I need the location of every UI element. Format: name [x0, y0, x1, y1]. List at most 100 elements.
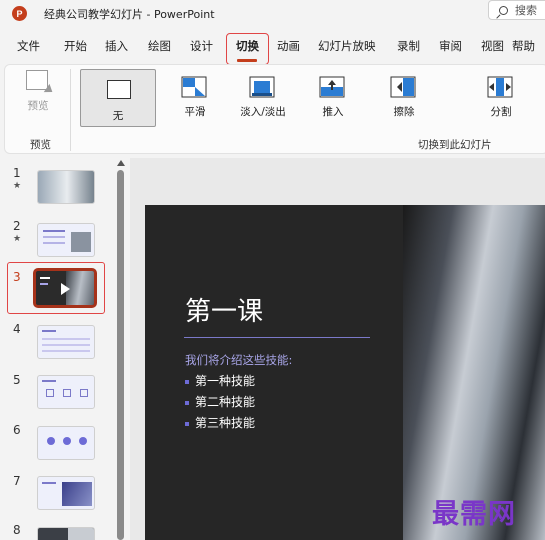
laptop-photo — [403, 205, 545, 540]
slide-number-2: 2 — [13, 219, 21, 233]
slide-bullet-3[interactable]: 第三种技能 — [185, 414, 255, 431]
slide-number-8: 8 — [13, 523, 21, 537]
slide-thumbnail-7[interactable] — [37, 476, 95, 510]
transition-wipe[interactable]: 擦除 — [372, 72, 436, 124]
title-underline — [184, 337, 370, 338]
thumb-line — [40, 277, 50, 279]
thumb-icon — [47, 437, 55, 445]
push-transition-icon — [319, 76, 345, 98]
transitions-group-label: 切换到此幻灯片 — [418, 139, 492, 151]
tab-review[interactable]: 审阅 — [439, 38, 462, 54]
slide-thumbnail-4[interactable] — [37, 325, 95, 359]
preview-label: 预览 — [27, 100, 49, 112]
bullet-icon — [185, 421, 189, 426]
preview-icon — [26, 70, 48, 90]
transition-fade-label: 淡入/淡出 — [240, 106, 286, 118]
group-divider — [70, 69, 71, 151]
tab-design[interactable]: 设计 — [190, 38, 213, 54]
thumb-line — [42, 338, 90, 340]
slide-number-3: 3 — [13, 270, 21, 284]
wipe-transition-icon — [390, 76, 416, 98]
transition-push[interactable]: 推入 — [301, 72, 365, 124]
bullet-text: 第一种技能 — [195, 374, 256, 388]
slide-8-photo — [68, 528, 94, 540]
thumb-line — [42, 350, 90, 352]
thumb-line — [42, 344, 90, 346]
tab-file[interactable]: 文件 — [17, 38, 40, 54]
thumb-line — [42, 330, 56, 332]
ribbon-tabs: 文件 开始 插入 绘图 设计 切换 动画 幻灯片放映 录制 审阅 视图 帮助 — [0, 34, 545, 60]
tab-home[interactable]: 开始 — [64, 38, 87, 54]
transition-none[interactable]: 无 — [80, 69, 156, 127]
fade-transition-icon — [249, 76, 275, 98]
slide-thumbnail-5[interactable] — [37, 375, 95, 409]
slide-thumbnail-3[interactable] — [33, 268, 97, 308]
bullet-text: 第二种技能 — [195, 395, 256, 409]
watermark-text: 最需网 — [432, 499, 516, 530]
window-title: 经典公司教学幻灯片 - PowerPoint — [44, 8, 215, 21]
search-label: 搜索 — [515, 4, 537, 17]
play-icon — [61, 283, 70, 295]
bullet-text: 第三种技能 — [195, 416, 256, 430]
slide-number-6: 6 — [13, 423, 21, 437]
thumb-icon — [79, 437, 87, 445]
slide-number-5: 5 — [13, 373, 21, 387]
slide-7-photo — [62, 482, 92, 506]
slide-subtitle[interactable]: 我们将介绍这些技能: — [185, 352, 292, 368]
tab-highlight-box — [226, 33, 269, 65]
transition-split[interactable]: 分割 — [469, 72, 533, 124]
slide-3-photo — [66, 271, 94, 305]
transition-none-label: 无 — [112, 110, 124, 122]
transition-morph[interactable]: 平滑 — [163, 72, 227, 124]
bullet-icon — [185, 379, 189, 384]
slide-1-photo — [38, 171, 94, 203]
scroll-up-arrow-icon[interactable] — [117, 160, 125, 166]
title-bar: P 经典公司教学幻灯片 - PowerPoint 搜索 — [0, 0, 545, 26]
tab-view[interactable]: 视图 — [481, 38, 504, 54]
transition-push-label: 推入 — [322, 106, 344, 118]
slide-thumbnail-2[interactable] — [37, 223, 95, 257]
slide-number-4: 4 — [13, 322, 21, 336]
thumb-line — [42, 380, 56, 382]
transition-wipe-label: 擦除 — [393, 106, 415, 118]
slide-bullet-2[interactable]: 第二种技能 — [185, 393, 255, 410]
split-transition-icon — [487, 76, 513, 98]
tab-animations[interactable]: 动画 — [277, 38, 300, 54]
thumb-icon — [63, 437, 71, 445]
tab-record[interactable]: 录制 — [397, 38, 420, 54]
powerpoint-logo-icon[interactable]: P — [12, 6, 27, 21]
preview-button[interactable]: 预览 — [18, 70, 58, 118]
slide-thumbnail-8[interactable] — [37, 527, 95, 540]
thumb-line — [40, 283, 48, 285]
transition-fade[interactable]: 淡入/淡出 — [231, 72, 295, 124]
thumb-line — [42, 482, 56, 484]
search-icon — [499, 5, 508, 15]
none-transition-icon — [107, 80, 131, 99]
slide-thumbnail-1[interactable] — [37, 170, 95, 204]
slide-bullet-1[interactable]: 第一种技能 — [185, 372, 255, 389]
tab-insert[interactable]: 插入 — [105, 38, 128, 54]
animation-star-icon: ★ — [13, 234, 22, 244]
slide-number-1: 1 — [13, 166, 21, 180]
slide-title[interactable]: 第一课 — [185, 291, 263, 328]
slide-thumbnail-6[interactable] — [37, 426, 95, 460]
tab-slideshow[interactable]: 幻灯片放映 — [318, 38, 376, 54]
thumb-line — [43, 236, 65, 238]
tab-draw[interactable]: 绘图 — [148, 38, 171, 54]
transition-split-label: 分割 — [490, 106, 512, 118]
tab-help[interactable]: 帮助 — [512, 38, 535, 54]
thumb-icon — [80, 389, 88, 397]
thumb-line — [43, 230, 65, 232]
bullet-icon — [185, 400, 189, 405]
transition-morph-label: 平滑 — [184, 106, 206, 118]
preview-group-label: 预览 — [30, 139, 51, 151]
thumb-line — [43, 242, 65, 244]
slide-number-7: 7 — [13, 474, 21, 488]
morph-transition-icon — [181, 76, 207, 98]
search-box[interactable]: 搜索 — [488, 0, 545, 20]
thumb-icon — [46, 389, 54, 397]
animation-star-icon: ★ — [13, 181, 22, 191]
thumb-icon — [63, 389, 71, 397]
slide-2-photo — [71, 232, 91, 252]
thumbnails-scrollbar[interactable] — [117, 170, 124, 540]
